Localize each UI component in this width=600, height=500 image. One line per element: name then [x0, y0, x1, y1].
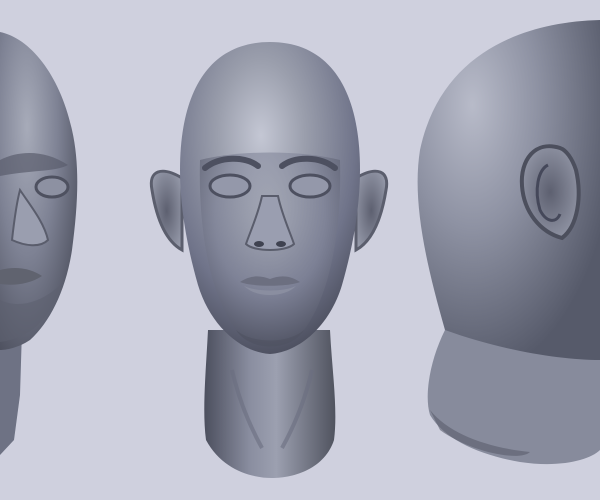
left-eye — [34, 175, 70, 199]
front-ear-left — [149, 169, 184, 253]
front-nostril-right — [276, 241, 286, 247]
three-quarter-head-view — [0, 32, 78, 455]
back-profile-head-view — [417, 20, 600, 465]
front-eye-left — [208, 173, 252, 199]
sculpt-viewport — [0, 0, 600, 500]
front-ear-right — [354, 169, 389, 253]
front-eye-right — [288, 173, 332, 199]
head-sculpt-views — [0, 20, 600, 478]
front-nostril-left — [254, 241, 264, 247]
front-head-view — [149, 42, 389, 478]
